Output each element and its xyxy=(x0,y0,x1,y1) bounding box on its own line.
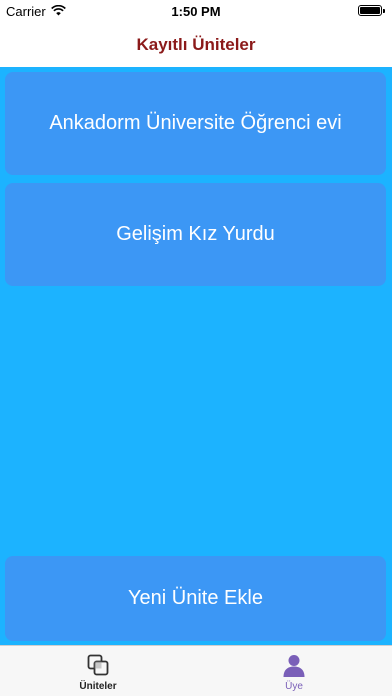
unit-card-ankadorm[interactable]: Ankadorm Üniversite Öğrenci evi xyxy=(5,72,386,175)
tab-bar: Üniteler Üye xyxy=(0,645,392,696)
battery-cap xyxy=(383,9,385,13)
tab-member-label: Üye xyxy=(285,681,303,692)
unit-card-gelisim[interactable]: Gelişim Kız Yurdu xyxy=(5,183,386,286)
unit-card-label: Ankadorm Üniversite Öğrenci evi xyxy=(49,112,342,134)
member-icon xyxy=(281,652,307,678)
page-title: Kayıtlı Üniteler xyxy=(136,34,256,54)
status-time: 1:50 PM xyxy=(171,4,221,19)
units-icon xyxy=(85,652,111,678)
battery-level xyxy=(360,7,380,14)
tab-units[interactable]: Üniteler xyxy=(0,646,196,696)
navigation-bar: Kayıtlı Üniteler xyxy=(0,22,392,67)
tab-member[interactable]: Üye xyxy=(196,646,392,696)
add-unit-button[interactable]: Yeni Ünite Ekle xyxy=(5,556,386,641)
units-list: Ankadorm Üniversite Öğrenci evi Gelişim … xyxy=(0,67,392,645)
status-bar: Carrier 1:50 PM xyxy=(0,0,392,22)
battery-icon xyxy=(358,5,382,16)
add-unit-button-label: Yeni Ünite Ekle xyxy=(128,587,263,609)
app-screen: Carrier 1:50 PM Kayıtlı Üniteler Ankador… xyxy=(0,0,392,696)
tab-units-label: Üniteler xyxy=(79,681,117,692)
unit-card-label: Gelişim Kız Yurdu xyxy=(116,223,275,245)
